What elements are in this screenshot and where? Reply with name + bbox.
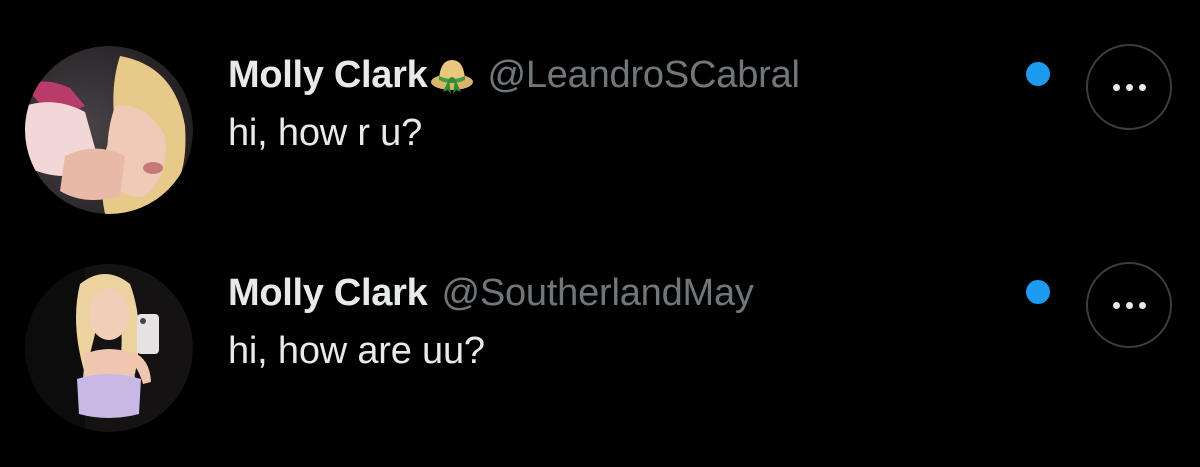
dm-list: Molly Clark @LeandroSCabral hi, how r u?	[0, 0, 1200, 467]
conversation-row[interactable]: Molly Clark @LeandroSCabral hi, how r u?	[0, 30, 1200, 230]
message-preview: hi, how r u?	[228, 112, 423, 154]
conversation-row[interactable]: Molly Clark @SoutherlandMay hi, how are …	[0, 248, 1200, 448]
avatar-image	[25, 264, 193, 432]
name-line[interactable]: Molly Clark @SoutherlandMay	[228, 268, 754, 318]
straw-hat-icon	[429, 52, 475, 98]
message-preview: hi, how are uu?	[228, 330, 485, 372]
avatar[interactable]	[25, 46, 193, 214]
unread-dot	[1026, 62, 1050, 86]
avatar-image	[25, 46, 193, 214]
more-options-button[interactable]	[1086, 262, 1172, 348]
display-name[interactable]: Molly Clark	[228, 272, 428, 315]
name-line[interactable]: Molly Clark @LeandroSCabral	[228, 50, 800, 100]
unread-dot	[1026, 280, 1050, 304]
handle: @LeandroSCabral	[487, 53, 800, 96]
ellipsis-icon	[1112, 83, 1146, 91]
more-options-button[interactable]	[1086, 44, 1172, 130]
ellipsis-icon	[1112, 301, 1146, 309]
avatar[interactable]	[25, 264, 193, 432]
handle: @SoutherlandMay	[441, 271, 754, 314]
display-name[interactable]: Molly Clark	[228, 54, 428, 97]
